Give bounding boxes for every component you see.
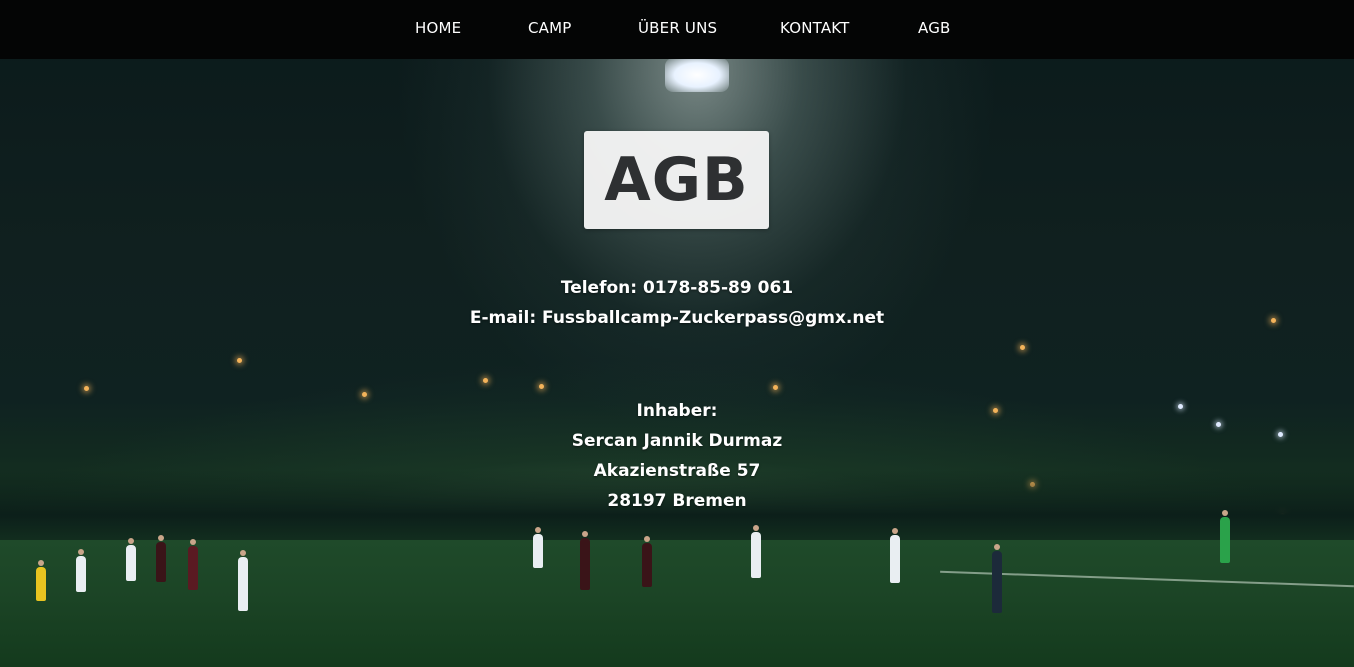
nav-item-ueber-uns[interactable]: ÜBER UNS [638, 19, 717, 37]
owner-street: Akazienstraße 57 [593, 461, 761, 481]
nav-menu: HOME CAMP ÜBER UNS KONTAKT AGB [0, 0, 1354, 59]
distant-light [773, 385, 778, 390]
player [76, 549, 86, 592]
distant-light [1020, 345, 1025, 350]
owner-name: Sercan Jannik Durmaz [571, 431, 783, 451]
player [238, 550, 248, 611]
distant-light [539, 384, 544, 389]
nav-item-home[interactable]: HOME [415, 19, 461, 37]
floodlight [665, 58, 729, 92]
owner-label: Inhaber: [636, 401, 718, 421]
player [751, 525, 761, 578]
owner-city: 28197 Bremen [607, 491, 747, 511]
player [580, 531, 590, 590]
phone-line: Telefon: 0178-85-89 061 [560, 278, 794, 298]
nav-item-agb[interactable]: AGB [918, 19, 951, 37]
player [156, 535, 166, 582]
top-navbar: HOME CAMP ÜBER UNS KONTAKT AGB [0, 0, 1354, 59]
page-title: AGB [604, 145, 749, 215]
nav-item-camp[interactable]: CAMP [528, 19, 572, 37]
email-line: E-mail: Fussballcamp-Zuckerpass@gmx.net [469, 308, 885, 328]
player [992, 544, 1002, 613]
distant-light [483, 378, 488, 383]
hero-background [0, 0, 1354, 667]
football-pitch [0, 540, 1354, 667]
goalkeeper [1220, 510, 1230, 563]
contact-info: Telefon: 0178-85-89 061 E-mail: Fussball… [0, 273, 1354, 333]
distant-light [237, 358, 242, 363]
player [533, 527, 543, 568]
player [126, 538, 136, 581]
distant-light [84, 386, 89, 391]
player [36, 560, 46, 601]
player [642, 536, 652, 587]
nav-item-kontakt[interactable]: KONTAKT [780, 19, 850, 37]
player [188, 539, 198, 590]
page-title-box: AGB [584, 131, 769, 229]
player [890, 528, 900, 583]
owner-info: Inhaber: Sercan Jannik Durmaz Akazienstr… [0, 396, 1354, 516]
